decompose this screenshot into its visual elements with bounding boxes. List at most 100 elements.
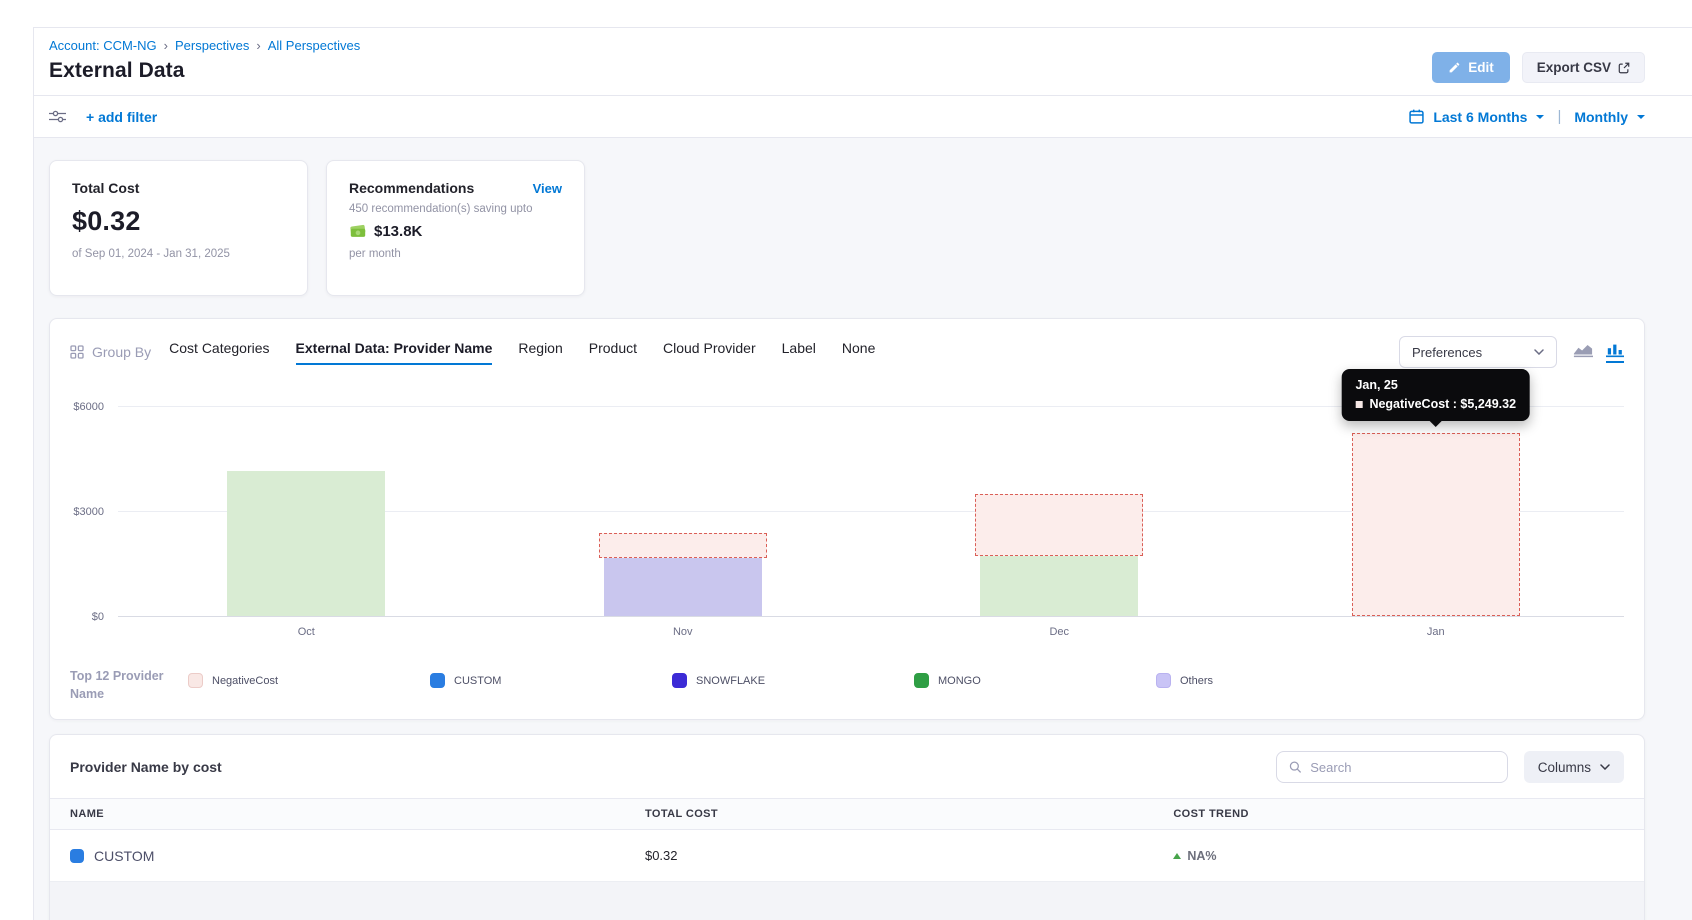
edit-button[interactable]: Edit [1432, 52, 1510, 83]
bar-slot-dec [871, 407, 1248, 616]
edit-button-label: Edit [1468, 60, 1494, 75]
bar-segment-mongo[interactable] [980, 556, 1138, 616]
breadcrumb: Account: CCM-NG›Perspectives›All Perspec… [49, 38, 360, 53]
calendar-icon [1409, 109, 1424, 124]
bar-stack[interactable] [1357, 407, 1515, 616]
chart-panel: Group By Cost CategoriesExternal Data: P… [49, 318, 1645, 720]
chevron-down-icon [1534, 349, 1544, 355]
search-input[interactable] [1310, 760, 1494, 775]
total-cost-cell: $0.32 [645, 848, 1173, 863]
tab-external-data-provider-name[interactable]: External Data: Provider Name [296, 340, 493, 365]
content-area: Total Cost $0.32 of Sep 01, 2024 - Jan 3… [34, 138, 1692, 920]
table-panel: Provider Name by cost Columns NAMETOTAL … [49, 734, 1645, 920]
chart-type-toggle [1573, 342, 1624, 363]
series-swatch [70, 849, 84, 863]
chart-legend: Top 12 Provider Name NegativeCostCUSTOMS… [70, 668, 1624, 703]
tooltip-series-bullet [1355, 401, 1362, 408]
add-filter-button[interactable]: + add filter [86, 109, 157, 125]
tab-cloud-provider[interactable]: Cloud Provider [663, 340, 756, 365]
legend-label: Others [1180, 675, 1213, 687]
legend-item-negativecost[interactable]: NegativeCost [188, 673, 430, 688]
date-range-selector[interactable]: Last 6 Months [1433, 109, 1544, 125]
filter-bar: + add filter Last 6 Months | Monthly [34, 96, 1692, 138]
caret-down-icon [1536, 115, 1544, 119]
legend-swatch [914, 673, 929, 688]
bar-segment-negativecost[interactable] [599, 533, 767, 558]
search-box [1276, 751, 1508, 783]
y-axis-label: $0 [92, 611, 104, 623]
breadcrumb-separator: › [164, 38, 168, 53]
legend-label: NegativeCost [212, 675, 278, 687]
provider-name: CUSTOM [94, 848, 154, 864]
cost-trend-cell: NA% [1173, 849, 1624, 863]
legend-item-custom[interactable]: CUSTOM [430, 673, 672, 688]
total-cost-title: Total Cost [72, 180, 285, 196]
page-title: External Data [49, 59, 360, 83]
area-chart-icon[interactable] [1573, 342, 1593, 363]
x-axis-label-dec: Dec [871, 626, 1248, 638]
legend-item-others[interactable]: Others [1156, 673, 1398, 688]
bar-stack[interactable] [604, 407, 762, 616]
filter-bar-left: + add filter [49, 109, 157, 125]
recommendations-card: Recommendations View 450 recommendation(… [326, 160, 585, 296]
breadcrumb-link-all-perspectives[interactable]: All Perspectives [268, 38, 360, 53]
tooltip-value-row: NegativeCost : $5,249.32 [1355, 397, 1516, 411]
grid-icon [70, 345, 84, 359]
bar-chart-icon[interactable] [1606, 342, 1624, 363]
chart-tooltip: Jan, 25 NegativeCost : $5,249.32 [1341, 369, 1530, 421]
columns-label: Columns [1538, 760, 1591, 775]
view-recommendations-link[interactable]: View [533, 181, 562, 196]
tab-product[interactable]: Product [589, 340, 637, 365]
page-header: Account: CCM-NG›Perspectives›All Perspec… [34, 28, 1692, 96]
total-cost-card: Total Cost $0.32 of Sep 01, 2024 - Jan 3… [49, 160, 308, 296]
legend-item-snowflake[interactable]: SNOWFLAKE [672, 673, 914, 688]
total-cost-period: of Sep 01, 2024 - Jan 31, 2025 [72, 248, 285, 260]
legend-swatch [188, 673, 203, 688]
date-controls: Last 6 Months | Monthly [1409, 108, 1645, 125]
breadcrumb-link-perspectives[interactable]: Perspectives [175, 38, 249, 53]
table-row-custom[interactable]: CUSTOM $0.32NA% [50, 830, 1644, 882]
table-title: Provider Name by cost [70, 759, 222, 775]
bar-segment-negativecost[interactable] [1352, 433, 1520, 616]
tab-none[interactable]: None [842, 340, 875, 365]
legend-item-mongo[interactable]: MONGO [914, 673, 1156, 688]
chart-controls: Preferences [1399, 336, 1624, 368]
separator: | [1557, 108, 1561, 125]
bar-slot-oct [118, 407, 495, 616]
y-axis-label: $3000 [73, 506, 104, 518]
legend-label: MONGO [938, 675, 981, 687]
granularity-selector[interactable]: Monthly [1574, 109, 1645, 125]
x-axis-label-nov: Nov [495, 626, 872, 638]
tab-cost-categories[interactable]: Cost Categories [169, 340, 269, 365]
tab-region[interactable]: Region [518, 340, 562, 365]
breadcrumb-link-account-ccm-ng[interactable]: Account: CCM-NG [49, 38, 157, 53]
search-icon [1289, 760, 1302, 774]
recommendations-title: Recommendations [349, 180, 474, 196]
export-csv-button[interactable]: Export CSV [1522, 52, 1645, 83]
column-header-name: NAME [70, 808, 645, 820]
bar-slot-nov [495, 407, 872, 616]
total-cost-value: $0.32 [72, 206, 285, 237]
filter-sliders-icon[interactable] [49, 109, 66, 124]
bar-segment-mongo[interactable] [227, 471, 385, 616]
preferences-dropdown[interactable]: Preferences [1399, 336, 1557, 368]
name-cell: CUSTOM [70, 848, 645, 864]
caret-down-icon [1637, 115, 1645, 119]
table-footer [50, 882, 1644, 920]
columns-button[interactable]: Columns [1524, 751, 1624, 783]
bar-stack[interactable] [980, 407, 1138, 616]
tab-label[interactable]: Label [782, 340, 816, 365]
chart-x-axis: OctNovDecJan [118, 617, 1624, 638]
table-body: CUSTOM $0.32NA% [50, 830, 1644, 882]
bar-segment-others[interactable] [604, 558, 762, 616]
table-header-row: NAMETOTAL COSTCOST TREND [50, 798, 1644, 830]
main-pane: Account: CCM-NG›Perspectives›All Perspec… [33, 27, 1692, 920]
legend-label: SNOWFLAKE [696, 675, 765, 687]
x-axis-label-jan: Jan [1248, 626, 1625, 638]
bar-stack[interactable] [227, 407, 385, 616]
tooltip-title: Jan, 25 [1355, 378, 1516, 392]
group-by-tabs: Cost Categories External Data: Provider N… [169, 340, 1399, 365]
bar-segment-negativecost[interactable] [975, 494, 1143, 557]
date-range-label: Last 6 Months [1433, 109, 1527, 125]
trend-up-icon [1173, 853, 1181, 859]
